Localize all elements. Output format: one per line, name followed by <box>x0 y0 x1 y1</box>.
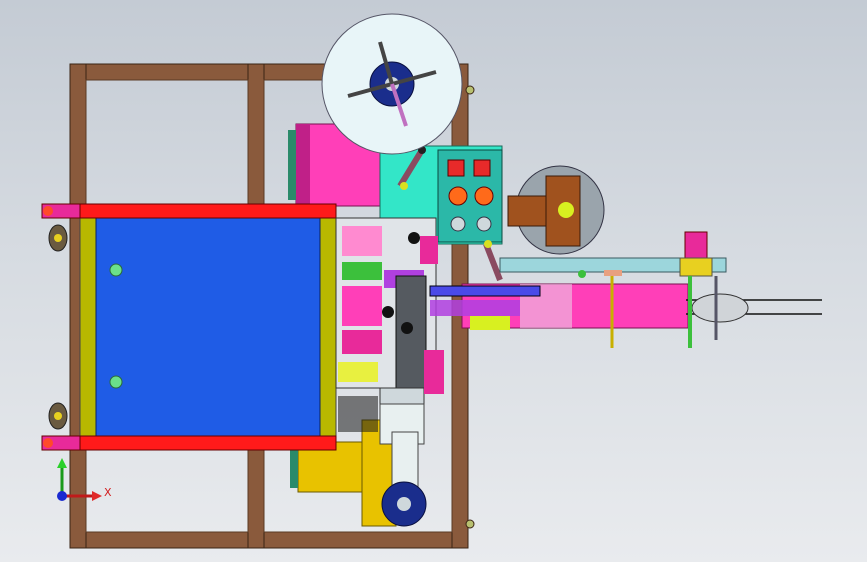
blue-tank[interactable] <box>79 203 337 451</box>
coordinate-triad: X Y <box>44 456 124 516</box>
origin-dot-icon <box>57 491 67 501</box>
machine-assembly-model[interactable] <box>0 0 867 562</box>
brown-bracket[interactable] <box>507 165 605 255</box>
cad-viewport[interactable]: X Y <box>0 0 867 562</box>
film-reel-top[interactable] <box>321 13 463 155</box>
triad-axes-icon <box>57 458 102 501</box>
axis-x-label: X <box>104 486 112 499</box>
film-reel-bottom[interactable] <box>381 481 427 527</box>
